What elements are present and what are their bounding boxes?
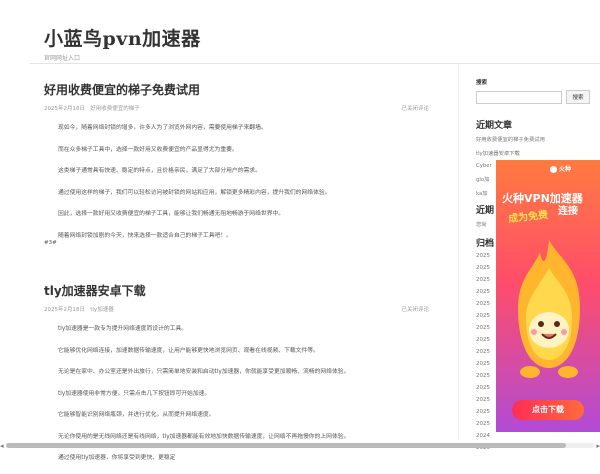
search-input[interactable] xyxy=(476,90,562,104)
post-title-link[interactable]: tly加速器安卓下载 xyxy=(44,282,429,299)
post-title-link[interactable]: 好用收费便宜的梯子免费试用 xyxy=(44,81,429,98)
horizontal-scrollbar[interactable] xyxy=(6,443,594,448)
paragraph: 现如今，随着网络封锁的增多，许多人为了浏览外网内容，需要使用梯子来翻墙。 xyxy=(58,125,267,131)
floating-ad-banner[interactable]: 火种 火种VPN加速器 成为免费 连接 点击下载 xyxy=(496,160,600,432)
search-button[interactable]: 搜索 xyxy=(566,90,590,104)
ad-brand: 火种 xyxy=(550,164,571,173)
comments-closed: 已关闭评论 xyxy=(401,106,429,112)
site-description: 官网网址入口 xyxy=(44,55,81,62)
ad-slogan: 成为免费 xyxy=(507,209,549,226)
search-label: 搜索 xyxy=(476,80,488,86)
flame-logo-icon xyxy=(550,166,557,173)
paragraph: 这类梯子通常具有快速、稳定的特点，且价格亲民，满足了大部分用户的需求。 xyxy=(58,168,261,174)
post-meta: 2025年2月18日 tly加速器 已关闭评论 xyxy=(44,305,429,313)
paragraph: 它能够优化网络连接，加速数据传输速度，让用户能够更快地浏览网页、观看在线视频、下… xyxy=(58,347,319,354)
paragraph: 无论是在家中、办公室还是外出旅行，只需简单地安装和启动tly加速器，你就能享受更… xyxy=(58,369,350,375)
search-form: 搜索 xyxy=(476,90,596,104)
paragraph: 无论你使用的是无线网络还是有线网络，tly加速器都能有效地加快数据传输速度，让网… xyxy=(58,433,350,440)
paragraph: tly加速器是一款专为提升网络速度而设计的工具。 xyxy=(58,326,188,332)
paragraph: 而在众多梯子工具中，选择一款好用又收费便宜的产品显得尤为重要。 xyxy=(58,146,238,153)
scroll-right-icon[interactable]: ▸ xyxy=(596,442,600,450)
ad-brand-label: 火种 xyxy=(559,166,572,173)
post-meta: 2025年2月18日 好用收费便宜的梯子 已关闭评论 xyxy=(44,104,429,112)
post-date[interactable]: 2025年2月18日 xyxy=(44,106,85,112)
post-article: 好用收费便宜的梯子免费试用 2025年2月18日 好用收费便宜的梯子 已关闭评论… xyxy=(44,81,429,251)
recent-posts-heading: 近期文章 xyxy=(476,121,513,131)
scroll-left-icon[interactable]: ◂ xyxy=(0,442,4,450)
comments-closed: 已关闭评论 xyxy=(401,307,429,313)
post-content: tly加速器是一款专为提升网络速度而设计的工具。 它能够优化网络连接，加速数据传… xyxy=(44,323,429,461)
recent-post-link[interactable]: tly加速器安卓下载 xyxy=(476,149,596,157)
site-title[interactable]: 小蓝鸟pvn加速器 xyxy=(44,24,201,51)
ad-download-button[interactable]: 点击下载 xyxy=(512,400,584,420)
paragraph: tly加速器使用非常方便，只需点击几下按钮即可开始加速。 xyxy=(58,390,211,397)
post-date[interactable]: 2025年2月18日 xyxy=(44,307,85,313)
flame-mascot-icon xyxy=(518,240,580,378)
post-category[interactable]: tly加速器 xyxy=(90,307,113,313)
paragraph: 因此，选择一款好用又收费便宜的梯子工具，能够让我们畅通无阻地畅游于网络世界中。 xyxy=(58,211,285,217)
scrollbar-thumb[interactable] xyxy=(6,443,566,448)
paragraph: 通过使用这样的梯子，我们可以轻松访问被封锁的网站和应用，解锁更多精彩内容，提升我… xyxy=(58,189,331,196)
paragraph: 它能够智能识别网络瓶颈，并进行优化，从而提升网络速度。 xyxy=(58,412,215,418)
sidebar-divider xyxy=(458,63,459,440)
paragraph: 通过使用tly加速器，你将享受到更快、更稳定 xyxy=(58,455,176,461)
post-content: 现如今，随着网络封锁的增多，许多人为了浏览外网内容，需要使用梯子来翻墙。 而在众… xyxy=(44,122,429,239)
ad-slogan-right: 连接 xyxy=(558,206,578,217)
recent-post-link[interactable]: 好用收费便宜的梯子免费试用 xyxy=(476,135,596,143)
header-divider xyxy=(30,63,600,64)
post-category[interactable]: 好用收费便宜的梯子 xyxy=(90,106,140,112)
post-tag-link[interactable]: #3# xyxy=(44,240,57,246)
paragraph: 随着网络封锁加剧的今天，快来选择一款适合自己的梯子工具吧！。 xyxy=(58,232,232,239)
archive-link[interactable]: 2024 xyxy=(476,433,596,439)
